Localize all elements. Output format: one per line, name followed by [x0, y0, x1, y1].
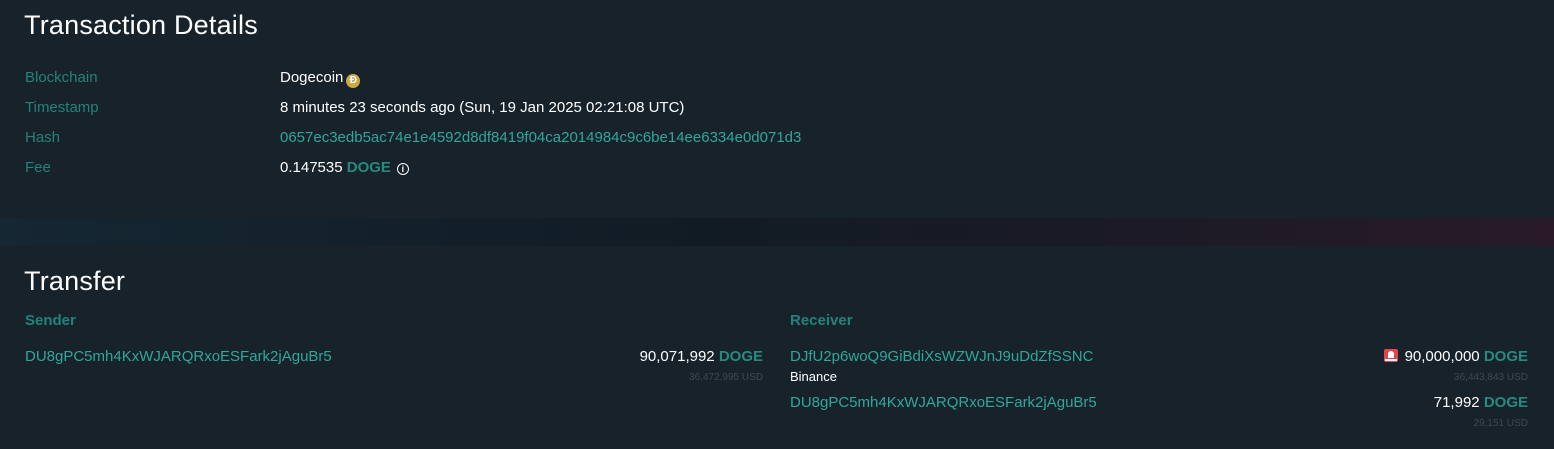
timestamp-value: 8 minutes 23 seconds ago (Sun, 19 Jan 20… [280, 99, 685, 116]
fee-value: 0.147535 DOGE i [280, 158, 409, 178]
timestamp-label: Timestamp [25, 99, 99, 116]
receiver-usd-value: 29,151 USD [1473, 418, 1528, 429]
alarm-icon [1383, 349, 1398, 362]
fee-unit: DOGE [346, 159, 391, 176]
receiver-amount: 71,992 DOGE [1434, 394, 1528, 412]
fee-row: Fee 0.147535 DOGE i [25, 158, 1225, 178]
sender-address-link[interactable]: DU8gPC5mh4KxWJARQRxoESFark2jAguBr5 [25, 348, 332, 366]
blockchain-row: Blockchain Dogecoin Ð [25, 68, 1225, 88]
receiver-amount-unit: DOGE [1483, 348, 1528, 365]
receiver-amount-value: 90,000,000 [1404, 348, 1480, 365]
receiver-amount: 90,000,000 DOGE [1383, 348, 1528, 366]
receiver-usd-value: 36,443,843 USD [1454, 372, 1528, 383]
receiver-address-link[interactable]: DJfU2p6woQ9GiBdiXsWZWJnJ9uDdZfSSNC [790, 348, 1093, 366]
blockchain-value: Dogecoin Ð [280, 68, 361, 88]
receiver-owner-label: Binance [790, 369, 837, 384]
sender-entry: DU8gPC5mh4KxWJARQRxoESFark2jAguBr5 90,07… [25, 348, 763, 384]
receiver-entry: DU8gPC5mh4KxWJARQRxoESFark2jAguBr5 71,99… [790, 394, 1528, 430]
transaction-details-title: Transaction Details [24, 10, 258, 40]
blockchain-name: Dogecoin [280, 69, 344, 86]
receiver-amount-value: 71,992 [1433, 394, 1480, 411]
sender-amount-unit: DOGE [718, 348, 763, 365]
receiver-entry: DJfU2p6woQ9GiBdiXsWZWJnJ9uDdZfSSNC Binan… [790, 348, 1528, 386]
timestamp-row: Timestamp 8 minutes 23 seconds ago (Sun,… [25, 98, 1225, 118]
hash-link[interactable]: 0657ec3edb5ac74e1e4592d8df8419f04ca20149… [280, 128, 801, 148]
fee-label: Fee [25, 159, 51, 176]
section-divider [0, 218, 1554, 246]
receiver-amount-unit: DOGE [1483, 394, 1528, 411]
info-icon[interactable]: i [396, 163, 409, 175]
receiver-header: Receiver [790, 312, 853, 329]
sender-usd-value: 36,472,995 USD [689, 372, 763, 383]
hash-label: Hash [25, 129, 61, 146]
sender-header: Sender [25, 312, 76, 329]
dogecoin-icon: Ð [346, 74, 361, 88]
sender-amount-value: 90,071,992 [639, 348, 715, 365]
blockchain-label: Blockchain [25, 69, 98, 86]
fee-amount: 0.147535 [280, 159, 343, 176]
hash-row: Hash 0657ec3edb5ac74e1e4592d8df8419f04ca… [25, 128, 1225, 148]
receiver-address-link[interactable]: DU8gPC5mh4KxWJARQRxoESFark2jAguBr5 [790, 394, 1097, 412]
transfer-title: Transfer [24, 266, 126, 296]
sender-amount: 90,071,992 DOGE [640, 348, 763, 366]
